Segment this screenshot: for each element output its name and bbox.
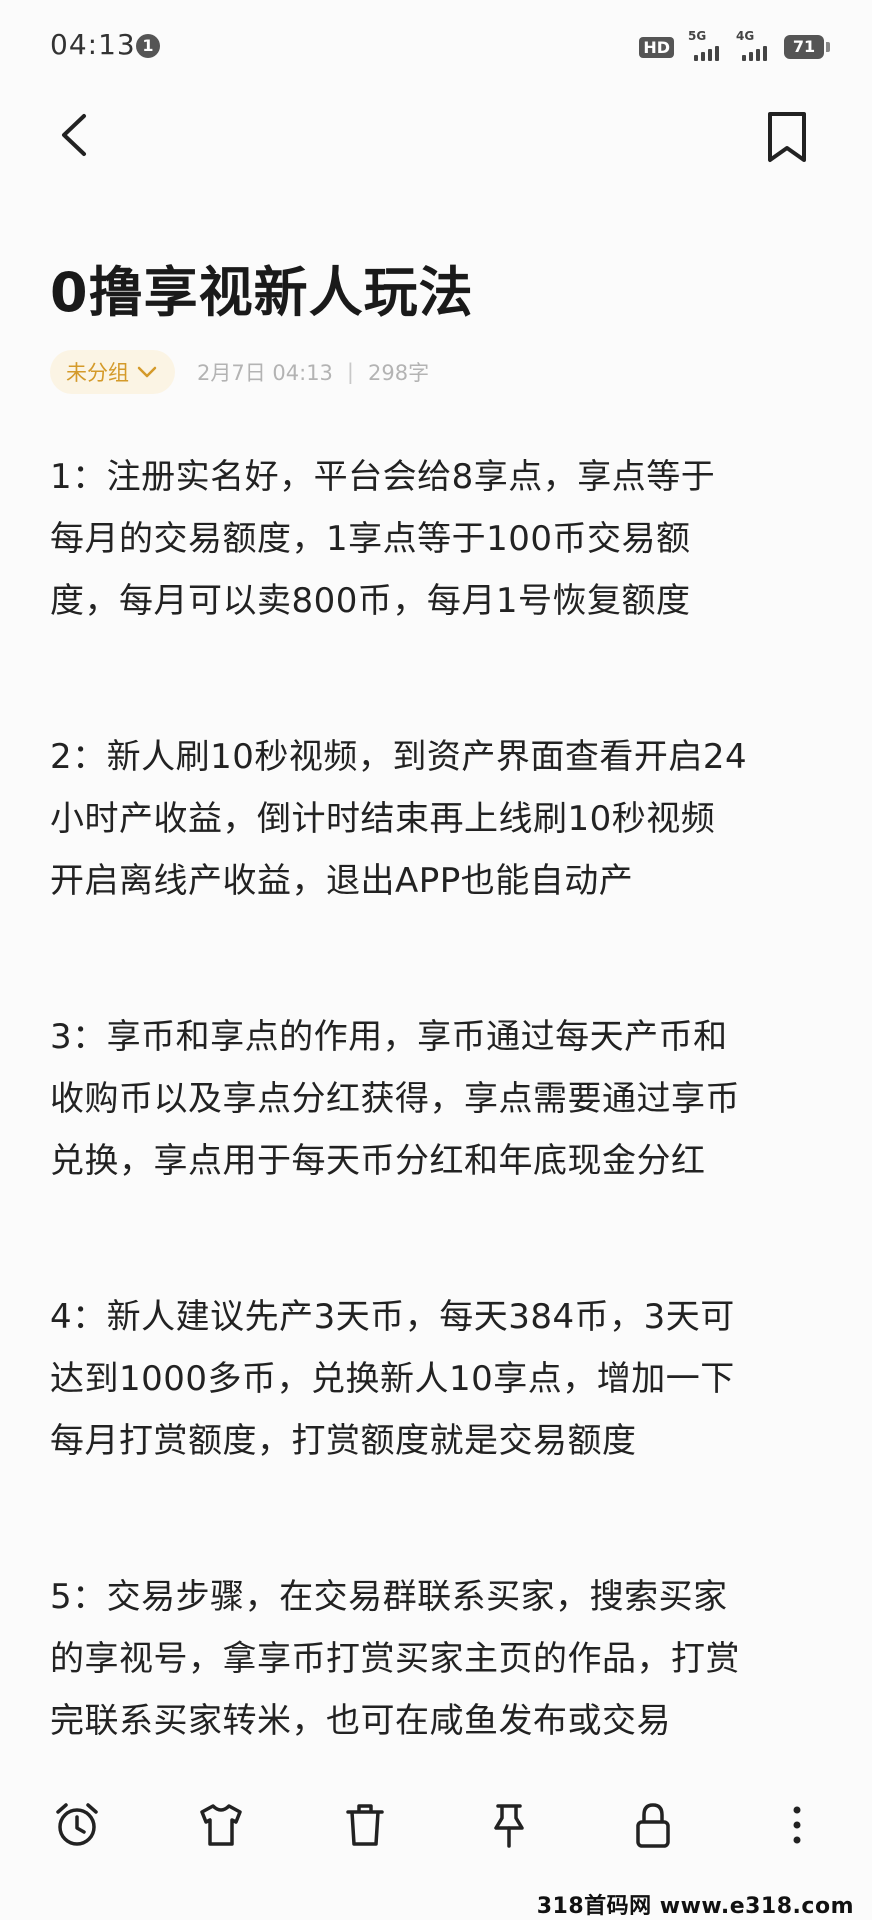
back-button[interactable] [52, 110, 102, 160]
notification-badge: 1 [136, 34, 160, 58]
lock-button[interactable] [628, 1800, 678, 1850]
lock-icon [636, 1803, 670, 1848]
paragraph-line: 3：享币和享点的作用，享币通过每天产币和 [50, 1017, 728, 1057]
signal-4g-label: 4G [736, 29, 755, 43]
trash-icon [346, 1804, 384, 1846]
hd-voice-icon: HD [639, 36, 674, 58]
paragraph-line: 度，每月可以卖800币，每月1号恢复额度 [50, 581, 691, 621]
bottom-toolbar [0, 1768, 872, 1878]
chevron-down-icon [137, 366, 157, 378]
more-button[interactable] [772, 1800, 822, 1850]
paragraph-line: 每月打赏额度，打赏额度就是交易额度 [50, 1421, 637, 1461]
site-watermark: 318首码网 www.e318.com [536, 1894, 854, 1919]
back-arrow-icon [62, 114, 86, 156]
paragraph-line: 开启离线产收益，退出APP也能自动产 [50, 861, 634, 901]
bookmark-icon [768, 112, 806, 162]
paragraph-2: 2：新人刷10秒视频，到资产界面查看开启24 小时产收益，倒计时结束再上线刷10… [50, 726, 830, 912]
paragraph-line: 4：新人建议先产3天币，每天384币，3天可 [50, 1297, 735, 1337]
note-page: 04:13 1 HD 5G 4G 71 0撸享视新人玩法 未分组 2月7日 04… [0, 0, 872, 1920]
paragraph-line: 2：新人刷10秒视频，到资产界面查看开启24 [50, 737, 748, 777]
pin-button[interactable] [484, 1800, 534, 1850]
paragraph-line: 1：注册实名好，平台会给8享点，享点等于 [50, 457, 716, 497]
note-title[interactable]: 0撸享视新人玩法 [50, 258, 474, 328]
paragraph-1: 1：注册实名好，平台会给8享点，享点等于 每月的交易额度，1享点等于100币交易… [50, 446, 830, 632]
paragraph-line: 收购币以及享点分红获得，享点需要通过享币 [50, 1079, 740, 1119]
paragraph-line: 每月的交易额度，1享点等于100币交易额 [50, 519, 691, 559]
group-selector[interactable]: 未分组 [50, 350, 175, 394]
paragraph-line: 完联系买家转米，也可在咸鱼发布或交易 [50, 1701, 671, 1741]
note-body[interactable]: 1：注册实名好，平台会给8享点，享点等于 每月的交易额度，1享点等于100币交易… [50, 446, 830, 1846]
paragraph-line: 的享视号，拿享币打赏买家主页的作品，打赏 [50, 1639, 740, 1679]
paragraph-line: 达到1000多币，兑换新人10享点，增加一下 [50, 1359, 735, 1399]
meta-separator: | [346, 360, 354, 384]
signal-5g-label: 5G [688, 29, 707, 43]
delete-button[interactable] [340, 1800, 390, 1850]
bookmark-button[interactable] [762, 110, 812, 166]
word-count: 298字 [368, 361, 430, 385]
signal-4g-icon: 4G [736, 29, 770, 61]
paragraph-4: 4：新人建议先产3天币，每天384币，3天可 达到1000多币，兑换新人10享点… [50, 1286, 830, 1472]
paragraph-5: 5：交易步骤，在交易群联系买家，搜索买家 的享视号，拿享币打赏买家主页的作品，打… [50, 1566, 830, 1752]
paragraph-line: 5：交易步骤，在交易群联系买家，搜索买家 [50, 1577, 728, 1617]
note-meta: 未分组 2月7日 04:13 | 298字 [50, 350, 429, 394]
group-label: 未分组 [66, 361, 129, 385]
status-bar: 04:13 1 HD 5G 4G 71 [0, 0, 872, 92]
note-date: 2月7日 04:13 [197, 361, 333, 385]
paragraph-line: 小时产收益，倒计时结束再上线刷10秒视频 [50, 799, 716, 839]
more-vertical-icon [793, 1806, 801, 1844]
status-indicators: HD 5G 4G 71 [639, 29, 830, 64]
t-shirt-icon [200, 1804, 242, 1846]
paragraph-3: 3：享币和享点的作用，享币通过每天产币和 收购币以及享点分红获得，享点需要通过享… [50, 1006, 830, 1192]
pin-icon [494, 1804, 524, 1848]
battery-icon: 71 [784, 35, 830, 59]
reminder-button[interactable] [52, 1800, 102, 1850]
theme-button[interactable] [196, 1800, 246, 1850]
status-time: 04:13 [50, 28, 136, 61]
signal-5g-icon: 5G [688, 29, 722, 61]
paragraph-line: 兑换，享点用于每天币分红和年底现金分红 [50, 1141, 706, 1181]
alarm-clock-icon [56, 1803, 98, 1846]
